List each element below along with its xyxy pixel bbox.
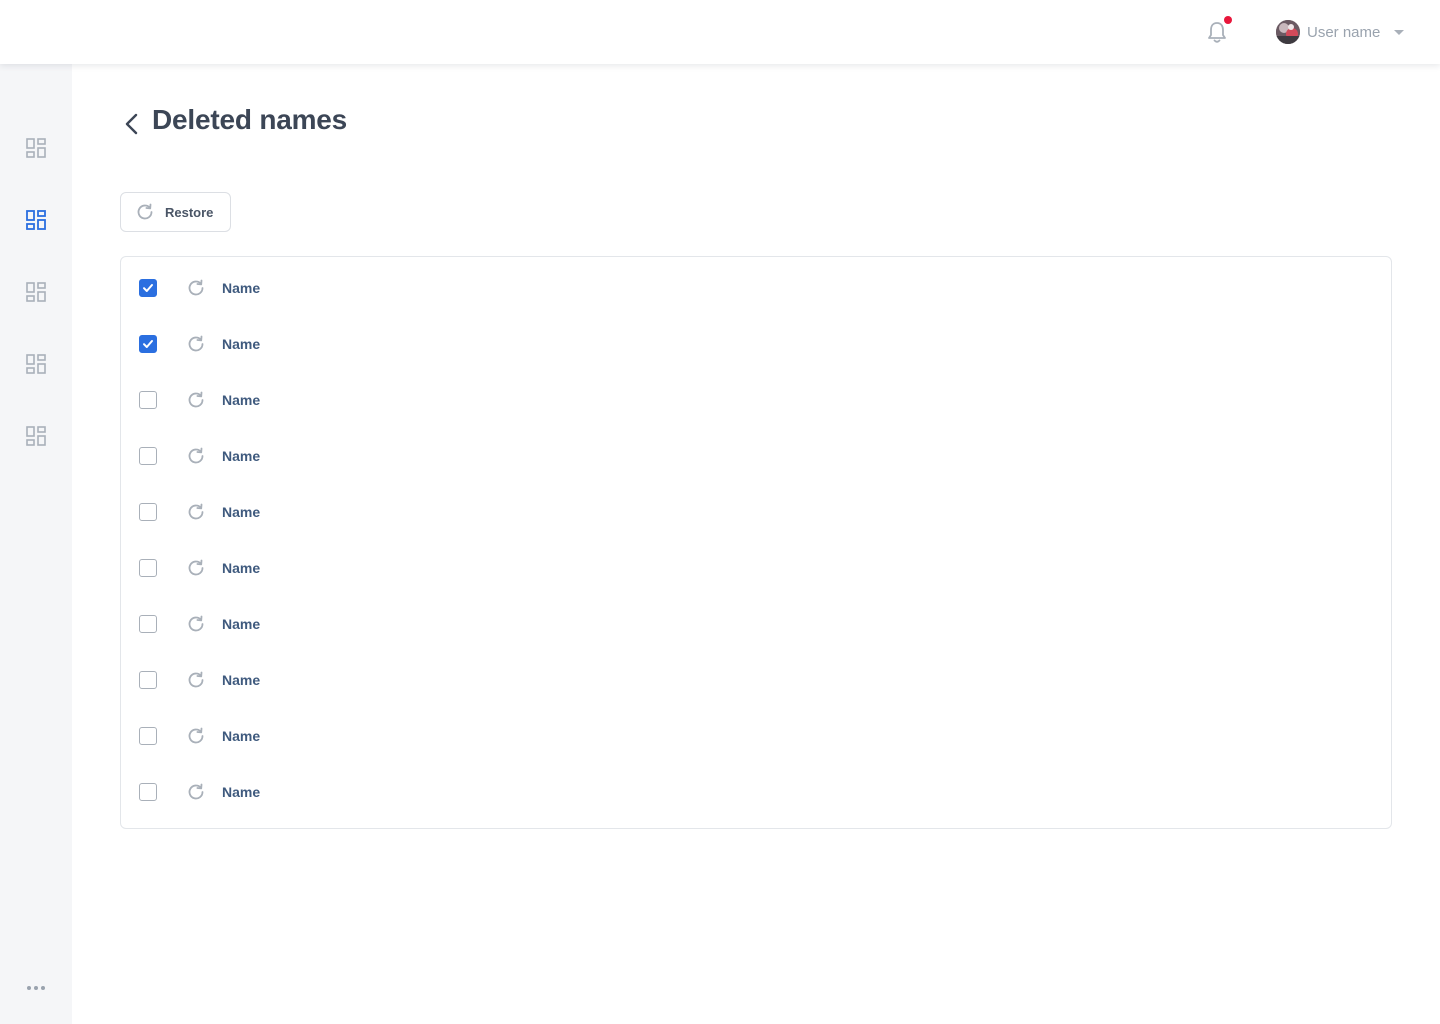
row-checkbox[interactable]: [139, 391, 157, 409]
sidebar-item-5[interactable]: [24, 424, 48, 448]
row-name: Name: [222, 784, 261, 800]
list-item: Name: [121, 596, 1391, 652]
row-checkbox[interactable]: [139, 447, 157, 465]
list-item: Name: [121, 260, 1391, 316]
top-bar: User name: [0, 0, 1440, 64]
row-checkbox[interactable]: [139, 615, 157, 633]
row-checkbox[interactable]: [139, 671, 157, 689]
row-name: Name: [222, 616, 261, 632]
refresh-icon[interactable]: [185, 725, 207, 747]
deleted-names-list: Name Name Name Name Name Name Name Name Name Name: [120, 256, 1392, 829]
row-name: Name: [222, 336, 261, 352]
row-checkbox[interactable]: [139, 559, 157, 577]
sidebar: [0, 64, 72, 1024]
row-name: Name: [222, 504, 261, 520]
row-checkbox[interactable]: [139, 783, 157, 801]
refresh-icon[interactable]: [185, 669, 207, 691]
row-checkbox[interactable]: [139, 503, 157, 521]
row-name: Name: [222, 392, 261, 408]
list-item: Name: [121, 540, 1391, 596]
chevron-down-icon: [1394, 29, 1405, 35]
list-item: Name: [121, 484, 1391, 540]
sidebar-item-3[interactable]: [24, 280, 48, 304]
list-item: Name: [121, 652, 1391, 708]
row-checkbox[interactable]: [139, 335, 157, 353]
sidebar-item-1[interactable]: [24, 136, 48, 160]
refresh-icon[interactable]: [185, 781, 207, 803]
list-item: Name: [121, 764, 1391, 820]
page-title: Deleted names: [152, 104, 348, 135]
refresh-icon[interactable]: [185, 557, 207, 579]
refresh-icon[interactable]: [185, 333, 207, 355]
refresh-icon: [137, 203, 153, 220]
list-item: Name: [121, 372, 1391, 428]
row-name: Name: [222, 280, 261, 296]
refresh-icon[interactable]: [185, 501, 207, 523]
refresh-icon[interactable]: [185, 389, 207, 411]
user-menu[interactable]: User name: [1276, 20, 1405, 44]
refresh-icon[interactable]: [185, 277, 207, 299]
list-item: Name: [121, 316, 1391, 372]
list-item: Name: [121, 708, 1391, 764]
avatar: [1276, 20, 1300, 44]
sidebar-item-4[interactable]: [24, 352, 48, 376]
refresh-icon[interactable]: [185, 613, 207, 635]
row-checkbox[interactable]: [139, 727, 157, 745]
more-horizontal-icon[interactable]: [27, 984, 45, 992]
notification-dot: [1224, 16, 1232, 24]
row-name: Name: [222, 560, 261, 576]
row-name: Name: [222, 672, 261, 688]
sidebar-item-2[interactable]: [24, 208, 48, 232]
row-name: Name: [222, 448, 261, 464]
refresh-icon[interactable]: [185, 445, 207, 467]
list-item: Name: [121, 428, 1391, 484]
chevron-left-icon[interactable]: [120, 110, 144, 138]
restore-button[interactable]: Restore: [120, 192, 231, 232]
row-name: Name: [222, 728, 261, 744]
row-checkbox[interactable]: [139, 279, 157, 297]
restore-label: Restore: [165, 204, 214, 220]
user-name: User name: [1307, 23, 1381, 41]
